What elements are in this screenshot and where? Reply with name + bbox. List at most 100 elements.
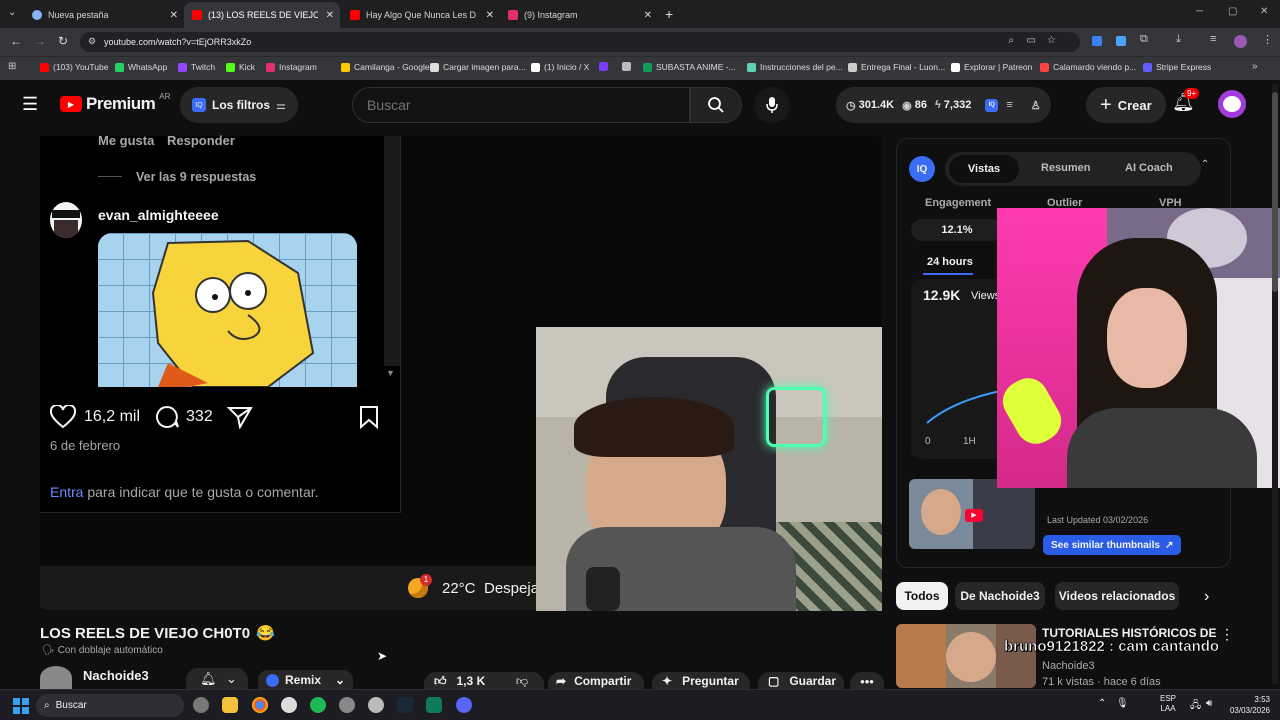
view-replies-link[interactable]: Ver las 9 respuestas: [136, 170, 256, 184]
tab-youtube-active[interactable]: (13) LOS REELS DE VIEJO C ✕: [184, 2, 340, 28]
profile-avatar[interactable]: [1234, 35, 1247, 48]
bookmark-item[interactable]: SUBASTA ANIME -...: [643, 62, 736, 72]
bookmark-item[interactable]: (1) Inicio / X: [531, 62, 589, 72]
tab-list-chevron-icon[interactable]: ⌄: [8, 7, 16, 18]
settings-icon[interactable]: [368, 697, 384, 713]
create-button[interactable]: + Crear: [1086, 87, 1166, 123]
volume-icon[interactable]: 🔊︎: [1206, 698, 1212, 709]
search-button[interactable]: [690, 87, 742, 123]
scroll-down-icon[interactable]: ▼: [386, 368, 395, 378]
bookmark-item[interactable]: Twitch: [178, 62, 215, 72]
tray-chevron-icon[interactable]: ⌃: [1098, 698, 1106, 709]
spotify-icon[interactable]: [310, 697, 326, 713]
steam-icon[interactable]: [397, 697, 413, 713]
close-window-icon[interactable]: ✕: [1260, 6, 1268, 17]
close-icon[interactable]: ✕: [326, 10, 334, 21]
chrome-icon[interactable]: [252, 697, 268, 713]
period-24h[interactable]: 24 hours: [927, 256, 973, 268]
filter-chip[interactable]: Todos: [896, 582, 948, 610]
commenter-username[interactable]: evan_almighteeee: [98, 207, 219, 223]
notifications-button[interactable]: 🔔︎ 9+: [1172, 88, 1200, 113]
bookmark-item[interactable]: Cargar imagen para...: [430, 62, 526, 72]
bookmark-item[interactable]: [599, 62, 612, 71]
bookmark-item[interactable]: Stripe Express: [1143, 62, 1211, 72]
youtube-logo[interactable]: ▶ Premium AR: [60, 92, 170, 114]
minimize-icon[interactable]: ─: [1196, 6, 1203, 17]
mic-tray-icon[interactable]: 🎙︎: [1116, 698, 1129, 709]
zoom-icon[interactable]: ⌕: [1008, 35, 1014, 46]
bookmark-item[interactable]: Camilanga - Google...: [341, 62, 437, 72]
save-button[interactable]: ▢ Guardar: [758, 672, 844, 690]
comment-icon[interactable]: [154, 405, 180, 429]
remix-button[interactable]: Remix ⌄: [258, 670, 354, 690]
maximize-icon[interactable]: ▢: [1228, 6, 1237, 17]
chevron-right-icon[interactable]: ›: [1204, 588, 1209, 606]
bookmark-item[interactable]: Entrega Final - Luon...: [848, 62, 945, 72]
new-tab-button[interactable]: +: [665, 6, 673, 22]
page-scrollbar-thumb[interactable]: [1272, 92, 1278, 292]
back-icon[interactable]: ←: [10, 34, 22, 48]
tab-youtube-2[interactable]: Hay Algo Que Nunca Les Dije ✕: [342, 2, 500, 28]
similar-thumbnails-button[interactable]: See similar thumbnails ↗: [1043, 535, 1182, 555]
windows-start-icon[interactable]: [13, 698, 29, 714]
share-icon[interactable]: [226, 405, 253, 429]
extension-icon[interactable]: [1116, 36, 1126, 46]
list-icon[interactable]: ≡: [1006, 99, 1012, 111]
commenter-avatar[interactable]: [50, 202, 82, 238]
channel-avatar[interactable]: [40, 666, 72, 690]
close-icon[interactable]: ✕: [644, 10, 652, 21]
voice-search-button[interactable]: [754, 87, 790, 123]
like-button[interactable]: 👍︎ 1,3 K: [424, 672, 500, 690]
address-bar[interactable]: ⚙ youtube.com/watch?v=tEjORR3xkZo ⌕ ▭ ☆: [80, 32, 1080, 52]
tab-resumen[interactable]: Resumen: [1041, 162, 1091, 174]
taskview-icon[interactable]: [193, 697, 209, 713]
bookmark-item[interactable]: Calamardo viendo p...: [1040, 62, 1136, 72]
editor-icon[interactable]: [426, 697, 442, 713]
iq-icon[interactable]: IQ: [985, 98, 999, 112]
heart-icon[interactable]: [50, 405, 76, 429]
cast-icon[interactable]: ▭: [1027, 35, 1036, 46]
scrollbar-thumb[interactable]: [384, 136, 400, 366]
trophy-icon[interactable]: ♙: [1031, 99, 1041, 112]
search-input[interactable]: [353, 88, 673, 122]
tab-ai-coach[interactable]: AI Coach: [1125, 162, 1173, 174]
hamburger-menu-icon[interactable]: ☰: [22, 94, 38, 115]
filters-button[interactable]: IQ Los filtros ⚌: [180, 87, 298, 123]
login-link[interactable]: Entra: [50, 484, 83, 500]
ask-button[interactable]: ✦ Preguntar: [652, 672, 750, 690]
file-explorer-icon[interactable]: [222, 697, 238, 713]
keyboard-language[interactable]: ESP LAA: [1160, 694, 1176, 714]
network-icon[interactable]: 🖧︎: [1190, 698, 1201, 715]
discord-icon[interactable]: [456, 697, 472, 713]
obs-icon[interactable]: [281, 697, 297, 713]
tab-instagram[interactable]: (9) Instagram ✕: [500, 2, 658, 28]
audio-app-icon[interactable]: [339, 697, 355, 713]
more-actions-button[interactable]: •••: [850, 672, 884, 690]
forward-icon[interactable]: →: [34, 34, 46, 48]
bookmark-item[interactable]: (103) YouTube: [40, 62, 108, 72]
apps-grid-icon[interactable]: ⊞: [8, 61, 16, 72]
star-icon[interactable]: ☆: [1047, 35, 1056, 46]
thumbnail-preview[interactable]: ▶: [909, 479, 1035, 549]
share-button[interactable]: ➦ Compartir: [548, 672, 644, 690]
close-icon[interactable]: ✕: [486, 10, 494, 21]
filter-chip[interactable]: De Nachoide3: [955, 582, 1045, 610]
bookmark-item[interactable]: Kick: [226, 62, 255, 72]
bookmark-item[interactable]: WhatsApp: [115, 62, 167, 72]
clock[interactable]: 3:53 03/03/2026: [1224, 694, 1270, 716]
tab-search-icon[interactable]: ≡: [1210, 33, 1216, 45]
tab-vistas[interactable]: Vistas: [949, 155, 1019, 183]
account-avatar[interactable]: [1218, 90, 1246, 118]
browser-menu-icon[interactable]: ⋮: [1262, 33, 1273, 46]
channel-name[interactable]: Nachoide3: [83, 668, 149, 683]
extension-icon[interactable]: [1092, 36, 1102, 46]
collapse-icon[interactable]: ⌃: [1201, 159, 1209, 170]
download-icon[interactable]: ⤓: [1176, 33, 1181, 46]
bookmark-item[interactable]: Instagram: [266, 62, 317, 72]
taskbar-search[interactable]: ⌕ Buscar: [36, 694, 184, 717]
filter-chip[interactable]: Videos relacionados: [1055, 582, 1179, 610]
recommended-video[interactable]: TUTORIALES HISTÓRICOS DE bruno9121822 : …: [896, 624, 1236, 688]
bookmark-item[interactable]: Instrucciones del pe...: [747, 62, 843, 72]
bookmark-item[interactable]: [622, 62, 635, 71]
extensions-puzzle-icon[interactable]: ⧉: [1140, 33, 1148, 46]
